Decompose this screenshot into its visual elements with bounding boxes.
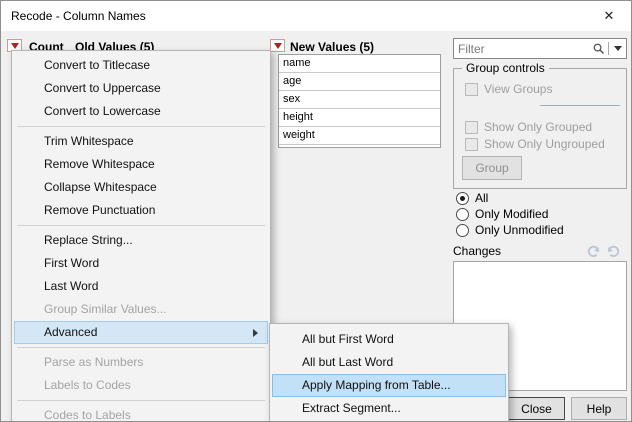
close-button[interactable]: Close bbox=[508, 397, 565, 420]
advanced-submenu: All but First Word All but Last Word App… bbox=[269, 323, 509, 422]
new-values-menu-button[interactable] bbox=[270, 39, 285, 52]
window-close-button[interactable]: ✕ bbox=[593, 3, 625, 29]
titlebar: Recode - Column Names ✕ bbox=[1, 1, 631, 31]
group-controls-box: Group controls View Groups Show Only Gro… bbox=[453, 68, 627, 189]
checkbox-icon bbox=[465, 138, 478, 151]
radio-icon bbox=[456, 208, 469, 221]
filter-input[interactable] bbox=[454, 39, 588, 58]
checkbox-icon bbox=[465, 83, 478, 96]
new-value-cell[interactable]: weight bbox=[279, 127, 440, 145]
menu-item-last-word[interactable]: Last Word bbox=[14, 275, 268, 298]
recode-context-menu: Convert to Titlecase Convert to Uppercas… bbox=[11, 50, 271, 422]
radio-only-modified-label: Only Modified bbox=[475, 207, 548, 221]
radio-only-unmodified[interactable]: Only Unmodified bbox=[456, 223, 564, 237]
menu-item-apply-mapping-from-table[interactable]: Apply Mapping from Table... bbox=[272, 374, 506, 397]
menu-item-all-but-first-word[interactable]: All but First Word bbox=[272, 328, 506, 351]
radio-selected-icon bbox=[456, 192, 469, 205]
show-only-grouped-label: Show Only Grouped bbox=[484, 120, 592, 134]
undo-icon bbox=[586, 243, 601, 258]
redo-button bbox=[604, 241, 622, 259]
chevron-down-icon bbox=[614, 46, 622, 51]
view-groups-label: View Groups bbox=[484, 82, 552, 96]
menu-item-convert-to-lowercase[interactable]: Convert to Lowercase bbox=[14, 100, 268, 123]
group-controls-title: Group controls bbox=[462, 61, 549, 75]
group-controls-divider bbox=[540, 105, 620, 106]
menu-separator bbox=[17, 347, 265, 348]
menu-item-collapse-whitespace[interactable]: Collapse Whitespace bbox=[14, 176, 268, 199]
new-value-cell[interactable]: age bbox=[279, 73, 440, 91]
red-triangle-icon bbox=[11, 43, 19, 49]
filter-box bbox=[453, 38, 627, 59]
menu-item-replace-string[interactable]: Replace String... bbox=[14, 229, 268, 252]
red-triangle-icon bbox=[274, 43, 282, 49]
new-value-cell[interactable]: name bbox=[279, 55, 440, 73]
radio-icon bbox=[456, 224, 469, 237]
radio-only-modified[interactable]: Only Modified bbox=[456, 207, 548, 221]
menu-item-advanced[interactable]: Advanced bbox=[14, 321, 268, 344]
show-only-ungrouped-checkbox-row: Show Only Ungrouped bbox=[465, 137, 605, 151]
redo-icon bbox=[606, 243, 621, 258]
radio-only-unmodified-label: Only Unmodified bbox=[475, 223, 564, 237]
filter-dropdown-button[interactable] bbox=[609, 39, 626, 58]
menu-separator bbox=[17, 225, 265, 226]
recode-window: Recode - Column Names ✕ Count Old Values… bbox=[0, 0, 632, 422]
new-values-list: name age sex height weight bbox=[278, 54, 441, 148]
menu-item-extract-segment[interactable]: Extract Segment... bbox=[272, 397, 506, 420]
window-title: Recode - Column Names bbox=[11, 9, 146, 23]
new-values-column-header: New Values (5) bbox=[290, 40, 374, 54]
menu-item-all-but-last-word[interactable]: All but Last Word bbox=[272, 351, 506, 374]
checkbox-icon bbox=[465, 121, 478, 134]
new-value-cell[interactable]: sex bbox=[279, 91, 440, 109]
show-only-grouped-checkbox-row: Show Only Grouped bbox=[465, 120, 592, 134]
menu-item-convert-to-titlecase[interactable]: Convert to Titlecase bbox=[14, 54, 268, 77]
menu-item-codes-to-labels: Codes to Labels bbox=[14, 404, 268, 422]
close-icon: ✕ bbox=[604, 8, 615, 24]
menu-separator bbox=[17, 126, 265, 127]
menu-item-group-similar-values: Group Similar Values... bbox=[14, 298, 268, 321]
menu-item-convert-to-uppercase[interactable]: Convert to Uppercase bbox=[14, 77, 268, 100]
help-button[interactable]: Help bbox=[571, 397, 627, 420]
submenu-arrow-icon bbox=[253, 329, 258, 337]
new-value-cell[interactable]: height bbox=[279, 109, 440, 127]
menu-item-labels-to-codes: Labels to Codes bbox=[14, 374, 268, 397]
menu-item-first-word[interactable]: First Word bbox=[14, 252, 268, 275]
menu-item-remove-punctuation[interactable]: Remove Punctuation bbox=[14, 199, 268, 222]
menu-item-trim-whitespace[interactable]: Trim Whitespace bbox=[14, 130, 268, 153]
radio-all-label: All bbox=[475, 191, 488, 205]
view-groups-checkbox-row: View Groups bbox=[465, 82, 552, 96]
group-button: Group bbox=[462, 156, 522, 180]
show-only-ungrouped-label: Show Only Ungrouped bbox=[484, 137, 605, 151]
menu-item-remove-whitespace[interactable]: Remove Whitespace bbox=[14, 153, 268, 176]
menu-item-parse-as-numbers: Parse as Numbers bbox=[14, 351, 268, 374]
search-icon bbox=[588, 39, 608, 58]
changes-label: Changes bbox=[453, 244, 501, 258]
radio-all[interactable]: All bbox=[456, 191, 488, 205]
undo-button bbox=[584, 241, 602, 259]
menu-separator bbox=[17, 400, 265, 401]
